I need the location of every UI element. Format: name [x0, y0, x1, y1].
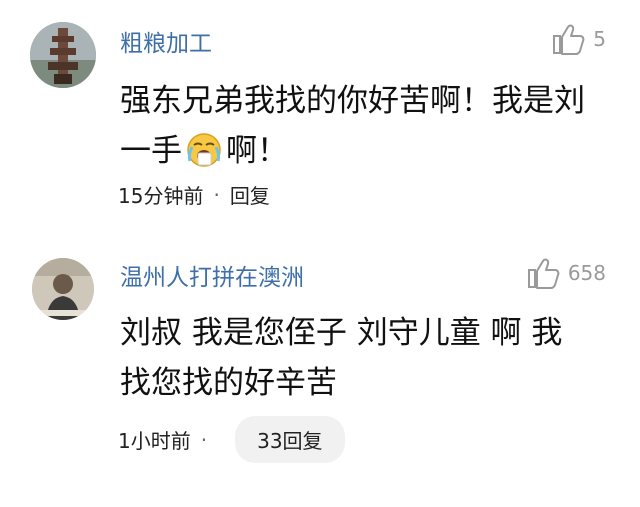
comment-line: 强东兄弟我找的你好苦啊！我是刘 — [120, 83, 585, 119]
replies-button[interactable]: 33回复 — [235, 416, 345, 463]
separator: · — [213, 182, 220, 207]
comment-text: 刘叔 我是您侄子 刘守儿童 啊 我 找您找的好辛苦 — [120, 308, 610, 408]
like-button[interactable]: 5 — [551, 22, 606, 56]
like-button[interactable]: 658 — [526, 256, 606, 290]
person-avatar-icon — [32, 258, 94, 320]
comment-line: 一手 啊！ — [120, 126, 610, 176]
reply-button[interactable]: 回复 — [230, 180, 270, 209]
comment-item: 温州人打拼在澳洲 658 刘叔 我是您侄子 刘守儿童 啊 我 找您找的好辛苦 1… — [0, 240, 640, 507]
thumbs-up-icon — [553, 24, 585, 55]
comment-text-part: 一手 — [120, 133, 182, 169]
comment-meta: 15分钟前 · 回复 — [118, 180, 270, 209]
timestamp: 1小时前 — [118, 429, 191, 453]
comment-text: 强东兄弟我找的你好苦啊！我是刘 一手 啊！ — [120, 76, 610, 176]
comment-item: 粗粮加工 5 强东兄弟我找的你好苦啊！我是刘 一手 啊！ 15分钟前 · 回复 — [0, 0, 640, 230]
comment-line: 刘叔 我是您侄子 刘守儿童 啊 我 — [120, 315, 563, 351]
username[interactable]: 温州人打拼在澳洲 — [120, 258, 304, 292]
avatar[interactable] — [30, 22, 96, 88]
comment-line: 找您找的好辛苦 — [120, 365, 337, 401]
like-count: 5 — [593, 27, 606, 51]
tower-avatar-icon — [30, 22, 96, 88]
timestamp: 15分钟前 — [118, 184, 204, 208]
thumbs-up-icon — [527, 258, 560, 289]
crying-emoji-icon — [187, 133, 221, 167]
like-count: 658 — [567, 261, 606, 285]
comment-meta: 1小时前 · 33回复 — [118, 416, 345, 463]
avatar[interactable] — [32, 258, 94, 320]
username[interactable]: 粗粮加工 — [120, 24, 212, 58]
separator: · — [200, 427, 208, 452]
comment-text-part: 啊！ — [226, 133, 288, 169]
